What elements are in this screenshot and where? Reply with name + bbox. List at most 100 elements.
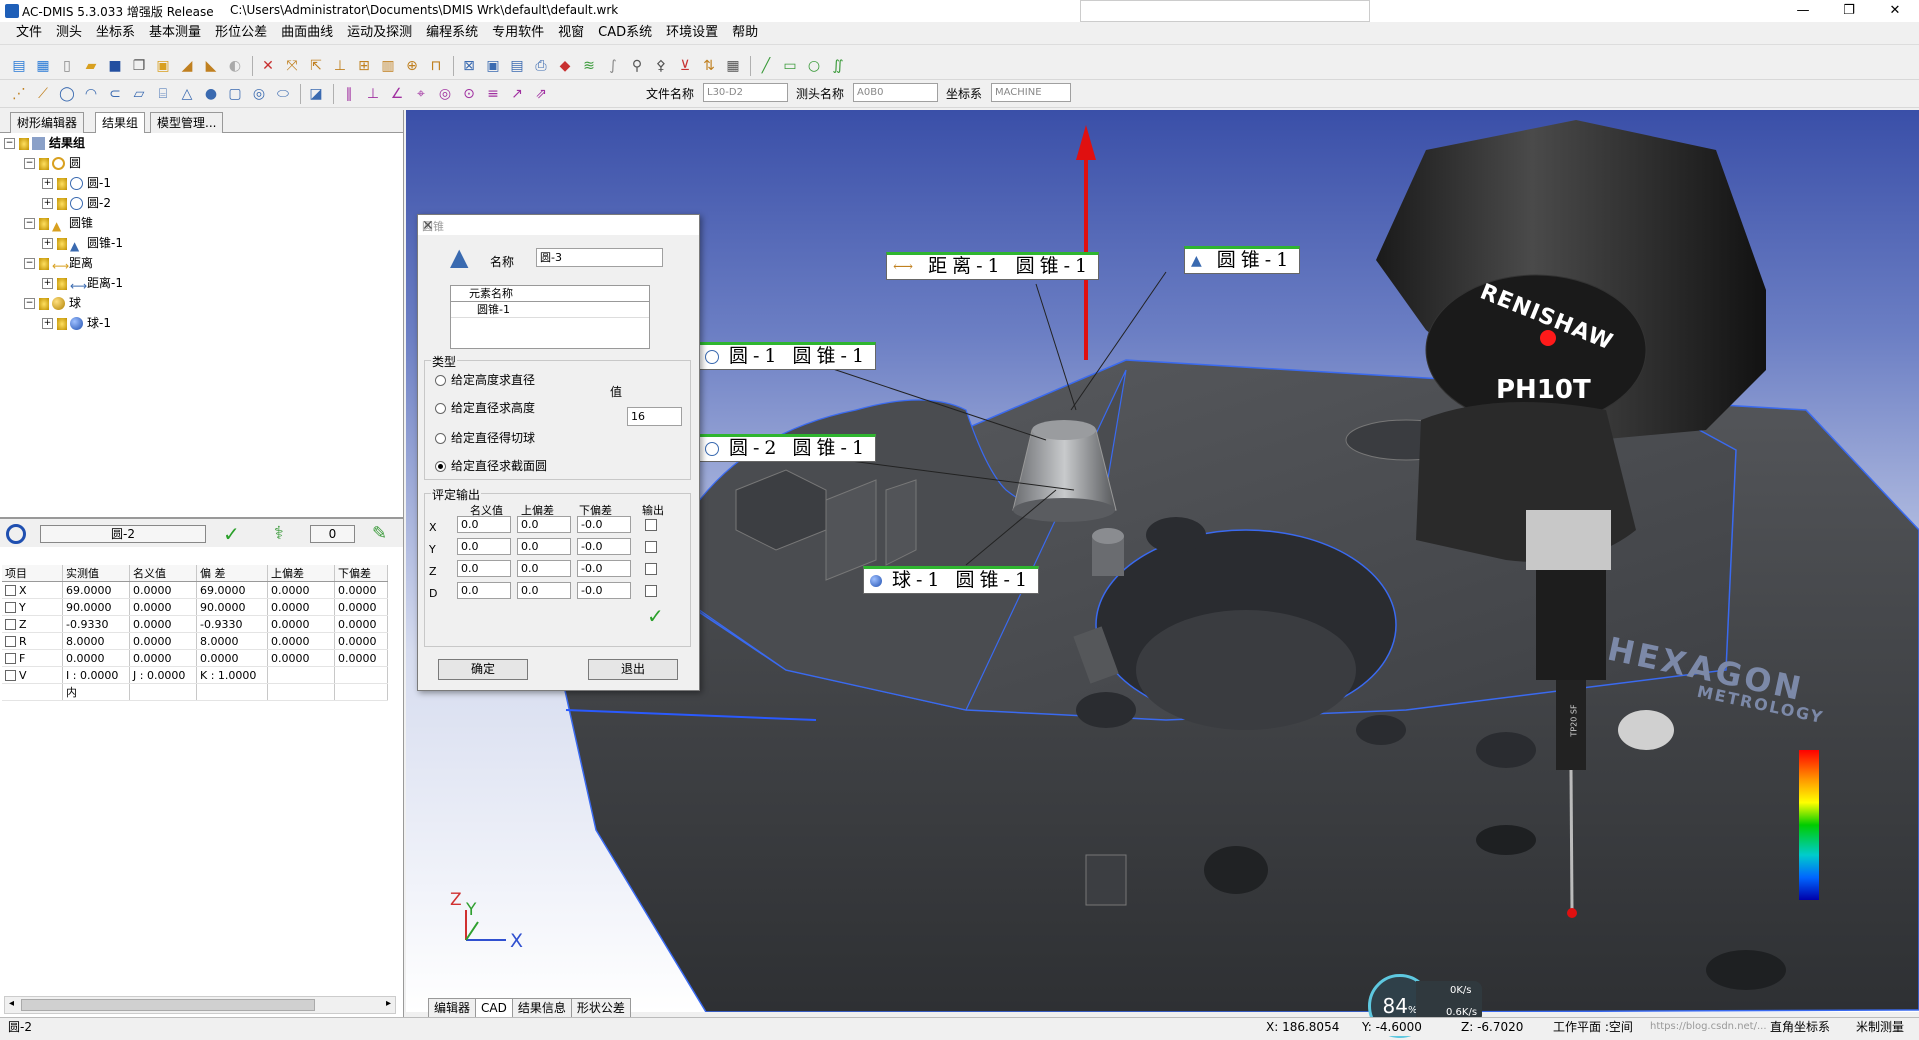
grid3-icon[interactable]: ⊠ — [458, 55, 480, 77]
y-upper-field[interactable]: 0.0 — [517, 538, 571, 555]
scroll-thumb[interactable] — [21, 999, 315, 1011]
arc-feature-icon[interactable]: ◠ — [80, 83, 102, 105]
sphere-feature-icon[interactable]: ● — [200, 83, 222, 105]
layers-icon[interactable]: ▤ — [506, 55, 528, 77]
perpendicular-icon[interactable]: ⊥ — [362, 83, 384, 105]
row-checkbox[interactable] — [5, 670, 16, 681]
tree-root[interactable]: − 结果组 — [4, 134, 85, 152]
option-diameter-to-height[interactable]: 给定直径求高度 — [435, 399, 535, 416]
tolerance-icon[interactable]: ⚕ — [274, 523, 284, 544]
table-row-vector[interactable]: V I : 0.0000 J : 0.0000 K : 1.0000 — [2, 666, 388, 684]
scale-icon[interactable]: ⤧ — [281, 55, 303, 77]
copy-icon[interactable]: ❐ — [128, 55, 150, 77]
exit-button[interactable]: 退出 — [588, 659, 678, 680]
new-icon[interactable]: ▤ — [8, 55, 30, 77]
point-icon[interactable]: ⋰ — [8, 83, 30, 105]
open-project-icon[interactable]: ▦ — [32, 55, 54, 77]
x-nominal-field[interactable]: 0.0 — [457, 516, 511, 533]
y-nominal-field[interactable]: 0.0 — [457, 538, 511, 555]
option-section-circle[interactable]: 给定直径求截面圆 — [435, 457, 547, 474]
runout-icon[interactable]: ↗ — [506, 83, 528, 105]
menu-special[interactable]: 专用软件 — [486, 22, 550, 44]
menu-motion[interactable]: 运动及探测 — [341, 22, 418, 44]
option-height-to-diameter[interactable]: 给定高度求直径 — [435, 371, 535, 388]
row-checkbox[interactable] — [5, 636, 16, 647]
pen-icon[interactable]: ✎ — [372, 523, 387, 544]
d-output-checkbox[interactable] — [645, 585, 657, 597]
element-list-item[interactable]: 圆锥-1 — [451, 302, 649, 318]
probe-name-field[interactable]: A0B0 — [853, 83, 938, 102]
value-field[interactable]: 16 — [627, 407, 682, 426]
z-lower-field[interactable]: -0.0 — [577, 560, 631, 577]
row-checkbox[interactable] — [5, 619, 16, 630]
tolerance-field[interactable]: 0 — [310, 525, 355, 543]
callout-distance-cone[interactable]: ⟷ 距离-1 圆锥-1 — [886, 252, 1100, 280]
z-upper-field[interactable]: 0.0 — [517, 560, 571, 577]
d-upper-field[interactable]: 0.0 — [517, 582, 571, 599]
total-runout-icon[interactable]: ⇗ — [530, 83, 552, 105]
rect-icon[interactable]: ▭ — [779, 55, 801, 77]
tab-cad[interactable]: CAD — [475, 998, 513, 1018]
apply-check-icon[interactable]: ✓ — [647, 604, 664, 628]
cube-icon[interactable]: ▣ — [482, 55, 504, 77]
menu-file[interactable]: 文件 — [10, 22, 48, 44]
d-nominal-field[interactable]: 0.0 — [457, 582, 511, 599]
construct-icon[interactable]: ◪ — [305, 83, 327, 105]
maximize-button[interactable]: ❐ — [1826, 0, 1872, 22]
menu-gdt[interactable]: 形位公差 — [209, 22, 273, 44]
menu-window[interactable]: 视窗 — [552, 22, 590, 44]
table-row[interactable]: F 0.0000 0.0000 0.0000 0.0000 0.0000 — [2, 649, 388, 667]
callout-sphere-cone[interactable]: 球-1 圆锥-1 — [863, 566, 1040, 594]
tab-result-info[interactable]: 结果信息 — [511, 998, 572, 1018]
tab-tree-editor[interactable]: 树形编辑器 — [10, 112, 85, 133]
row-checkbox[interactable] — [5, 585, 16, 596]
measure-icon[interactable]: ◢ — [176, 55, 198, 77]
tree-item-circle-2[interactable]: + 圆-2 — [42, 194, 111, 212]
tree-group-circle[interactable]: − 圆 — [24, 154, 81, 172]
spline-icon[interactable]: ∬ — [827, 55, 849, 77]
axis-icon[interactable]: ⊥ — [329, 55, 351, 77]
curve-icon[interactable]: ∫ — [602, 55, 624, 77]
cylinder-feature-icon[interactable]: ⌸ — [152, 83, 174, 105]
probe-tool-icon[interactable]: ⊕ — [401, 55, 423, 77]
grid-icon[interactable]: ⊞ — [353, 55, 375, 77]
delete-icon[interactable]: ✕ — [257, 55, 279, 77]
x-lower-field[interactable]: -0.0 — [577, 516, 631, 533]
probe-head-icon[interactable]: ◆ — [554, 55, 576, 77]
torus-feature-icon[interactable]: ◎ — [248, 83, 270, 105]
table-row[interactable]: X 69.0000 0.0000 69.0000 0.0000 0.0000 — [2, 581, 388, 599]
dialog-close-icon[interactable]: ✕ — [422, 218, 693, 234]
menu-settings[interactable]: 环境设置 — [660, 22, 724, 44]
coord-field[interactable]: MACHINE — [991, 83, 1071, 102]
resize-icon[interactable]: ⇱ — [305, 55, 327, 77]
horizontal-scrollbar[interactable]: ◂ ▸ — [4, 996, 396, 1014]
slot-feature-icon[interactable]: ⊂ — [104, 83, 126, 105]
tree-item-circle-1[interactable]: + 圆-1 — [42, 174, 111, 192]
option-tangent-sphere[interactable]: 给定直径得切球 — [435, 429, 535, 446]
move-icon[interactable]: ⊓ — [425, 55, 447, 77]
tree-item-sphere-1[interactable]: + 球-1 — [42, 314, 111, 332]
box-feature-icon[interactable]: ▢ — [224, 83, 246, 105]
save-icon[interactable]: ■ — [104, 55, 126, 77]
pin-icon[interactable]: ⚲ — [626, 55, 648, 77]
sphere-tool-icon[interactable]: ◐ — [224, 55, 246, 77]
table-row[interactable]: Y 90.0000 0.0000 90.0000 0.0000 0.0000 — [2, 598, 388, 616]
menu-surface-curve[interactable]: 曲面曲线 — [275, 22, 339, 44]
z-nominal-field[interactable]: 0.0 — [457, 560, 511, 577]
name-field[interactable]: 圆-3 — [536, 248, 663, 267]
file-name-field[interactable]: L30-D2 — [703, 83, 788, 102]
z-output-checkbox[interactable] — [645, 563, 657, 575]
tree-item-distance-1[interactable]: + ⟷距离-1 — [42, 274, 123, 293]
grid2-icon[interactable]: ▥ — [377, 55, 399, 77]
sort-icon[interactable]: ⇅ — [698, 55, 720, 77]
angle-icon[interactable]: ∠ — [386, 83, 408, 105]
element-list[interactable]: 元素名称 圆锥-1 — [450, 285, 650, 349]
menu-cad[interactable]: CAD系统 — [592, 22, 658, 44]
tree-item-cone-1[interactable]: + ▲ 圆锥-1 — [42, 234, 123, 253]
position-icon[interactable]: ⌖ — [410, 83, 432, 105]
tab-editor[interactable]: 编辑器 — [428, 998, 477, 1018]
tab-form-tolerance[interactable]: 形状公差 — [570, 998, 631, 1018]
callout-cone[interactable]: ▲ 圆锥-1 — [1184, 246, 1301, 274]
tree-group-distance[interactable]: − ⟷距离 — [24, 254, 93, 273]
tab-result-group[interactable]: 结果组 — [95, 112, 146, 133]
